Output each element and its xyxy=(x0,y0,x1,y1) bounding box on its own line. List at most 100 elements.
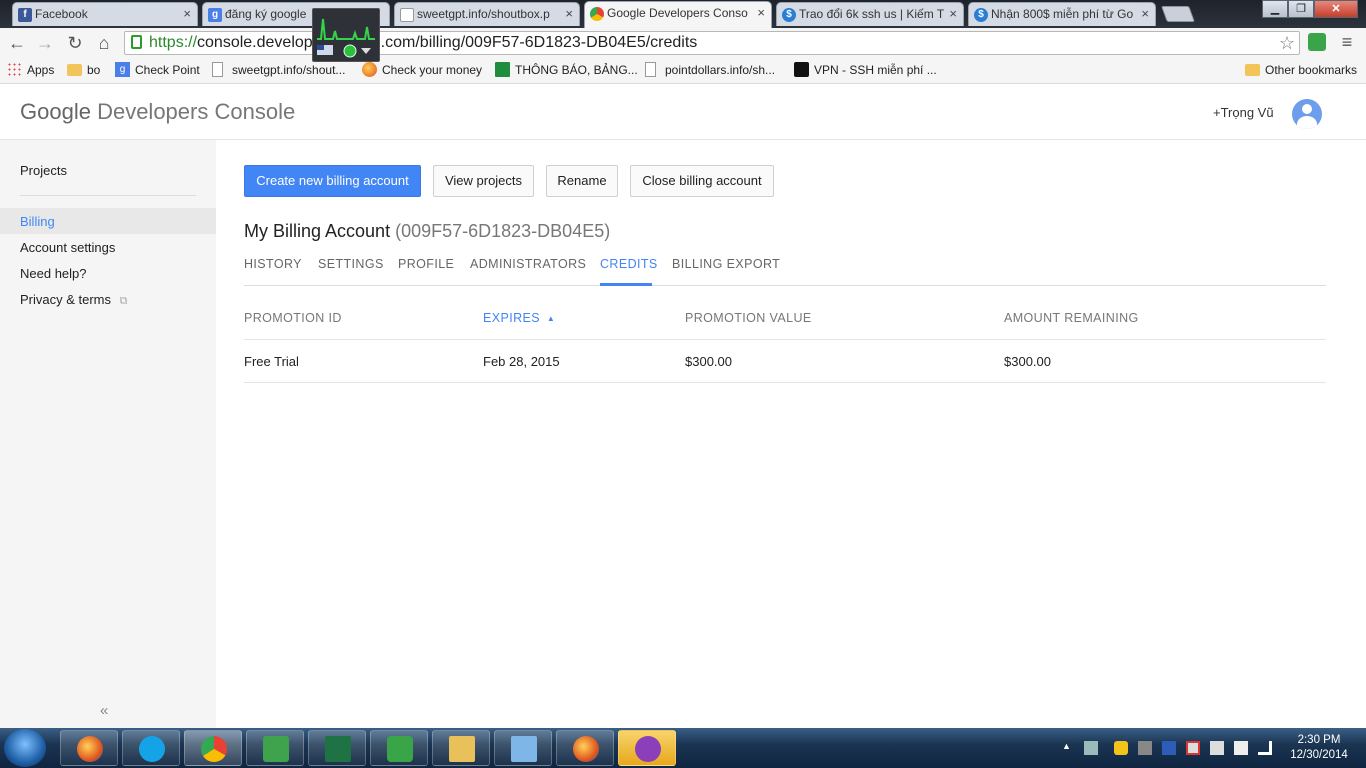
app-header: Google Developers Console +Trọng Vũ xyxy=(0,85,1366,140)
app-logo[interactable]: Google Developers Console xyxy=(20,99,295,125)
browser-toolbar: ← → ↻ ⌂ https://console.develop .com/bill… xyxy=(0,28,1366,58)
clock-time: 2:30 PM xyxy=(1297,734,1341,746)
page-title: My Billing Account (009F57-6D1823-DB04E5… xyxy=(244,221,610,242)
create-billing-account-button[interactable]: Create new billing account xyxy=(244,165,421,197)
folder-icon xyxy=(67,64,82,76)
address-bar[interactable]: https://console.develop .com/billing/009F… xyxy=(124,31,1300,55)
system-clock[interactable]: 2:30 PM 12/30/2014 xyxy=(1288,733,1350,763)
browser-tab-facebook[interactable]: f Facebook × xyxy=(12,2,198,26)
sidebar-item-account-settings[interactable]: Account settings xyxy=(20,240,115,255)
close-tab-icon[interactable]: × xyxy=(183,3,191,25)
home-icon[interactable]: ⌂ xyxy=(93,32,115,54)
close-billing-account-button[interactable]: Close billing account xyxy=(630,165,774,197)
tab-history[interactable]: HISTORY xyxy=(244,257,302,271)
windows-start-button[interactable] xyxy=(4,729,46,767)
taskbar-excel[interactable] xyxy=(308,730,366,766)
sidebar-item-privacy-terms[interactable]: Privacy & terms ⧉ xyxy=(20,292,128,308)
tray-network-icon[interactable] xyxy=(1084,741,1098,755)
browser-tab-dev-console[interactable]: Google Developers Conso × xyxy=(584,1,772,28)
tray-app-icon[interactable] xyxy=(1114,741,1128,755)
skull-icon xyxy=(794,62,809,77)
maximize-icon[interactable]: ❐ xyxy=(1288,0,1314,18)
view-projects-button[interactable]: View projects xyxy=(433,165,534,197)
bookmark-thong-bao[interactable]: THÔNG BÁO, BẢNG... xyxy=(495,62,638,78)
bookmark-vpn[interactable]: VPN - SSH miễn phí ... xyxy=(794,62,937,78)
browser-tab-sweetgpt[interactable]: sweetgpt.info/shoutbox.p × xyxy=(394,2,580,26)
sidebar-divider xyxy=(20,195,196,196)
other-bookmarks[interactable]: Other bookmarks xyxy=(1245,62,1357,78)
taskbar-chrome[interactable] xyxy=(184,730,242,766)
taskbar-robot[interactable] xyxy=(370,730,428,766)
taskbar-check-app[interactable] xyxy=(246,730,304,766)
browser-tab-trao-doi[interactable]: $ Trao đổi 6k ssh us | Kiếm T × xyxy=(776,2,964,26)
bookmark-star-icon[interactable]: ☆ xyxy=(1279,32,1295,54)
network-graph-icon xyxy=(317,18,375,58)
tab-title: sweetgpt.info/shoutbox.p xyxy=(417,7,550,21)
sidebar-item-projects[interactable]: Projects xyxy=(20,163,67,178)
bookmark-label: Check Point xyxy=(135,63,200,77)
dollar-icon: $ xyxy=(782,8,796,22)
sidebar-item-billing[interactable]: Billing xyxy=(20,214,55,229)
lock-icon xyxy=(131,35,142,49)
new-tab-button[interactable] xyxy=(1161,6,1195,22)
firefox-icon xyxy=(77,736,103,762)
external-link-icon: ⧉ xyxy=(119,295,128,307)
wifi-signal-icon[interactable] xyxy=(1258,741,1272,755)
bookmark-label: sweetgpt.info/shout... xyxy=(232,63,346,77)
bookmark-check-money[interactable]: Check your money xyxy=(362,62,482,78)
volume-muted-icon[interactable] xyxy=(1210,741,1224,755)
close-tab-icon[interactable]: × xyxy=(1141,3,1149,25)
folder-icon xyxy=(1245,64,1260,76)
tab-administrators[interactable]: ADMINISTRATORS xyxy=(470,257,586,271)
tray-monitor-icon[interactable] xyxy=(1162,741,1176,755)
minimize-icon[interactable]: ▁ xyxy=(1262,0,1288,18)
collapse-sidebar-button[interactable]: « xyxy=(100,702,108,719)
bookmark-sweetgpt[interactable]: sweetgpt.info/shout... xyxy=(212,62,345,78)
tab-profile[interactable]: PROFILE xyxy=(398,257,454,271)
close-tab-icon[interactable]: × xyxy=(949,3,957,25)
browser-tab-nhan-800[interactable]: $ Nhận 800$ miễn phí từ Go × xyxy=(968,2,1156,26)
show-hidden-icons-icon[interactable]: ▲ xyxy=(1062,741,1076,755)
table-cell-expires: Feb 28, 2015 xyxy=(483,354,560,369)
column-header-expires[interactable]: EXPIRES ▲ xyxy=(483,311,555,325)
robot-extension-icon[interactable] xyxy=(1308,33,1326,51)
browser-tab-strip: f Facebook × g đăng ký google sweetgpt.i… xyxy=(0,0,1366,28)
tab-settings[interactable]: SETTINGS xyxy=(318,257,384,271)
tab-billing-export[interactable]: BILLING EXPORT xyxy=(672,257,780,271)
sidebar-item-need-help[interactable]: Need help? xyxy=(20,266,87,281)
tray-device-icon[interactable] xyxy=(1234,741,1248,755)
bookmark-apps[interactable]: Apps xyxy=(7,62,54,78)
taskbar-skype[interactable] xyxy=(122,730,180,766)
close-tab-icon[interactable]: × xyxy=(757,2,765,24)
bookmark-check-point[interactable]: g Check Point xyxy=(115,62,200,78)
tray-square-icon[interactable] xyxy=(1138,741,1152,755)
bookmark-bo[interactable]: bo xyxy=(67,62,100,78)
avatar[interactable] xyxy=(1292,99,1322,129)
page-icon xyxy=(645,62,656,77)
taskbar-explorer[interactable] xyxy=(432,730,490,766)
bookmark-label: THÔNG BÁO, BẢNG... xyxy=(515,63,638,77)
user-name-link[interactable]: +Trọng Vũ xyxy=(1213,105,1274,120)
close-tab-icon[interactable]: × xyxy=(565,3,573,25)
rename-button[interactable]: Rename xyxy=(546,165,618,197)
explorer-icon xyxy=(449,736,475,762)
forward-icon[interactable]: → xyxy=(34,32,56,54)
menu-icon[interactable]: ≡ xyxy=(1338,33,1356,51)
close-window-icon[interactable]: ✕ xyxy=(1314,0,1358,18)
column-header-amount-remaining[interactable]: AMOUNT REMAINING xyxy=(1004,311,1139,325)
sidebar: Projects Billing Account settings Need h… xyxy=(0,140,216,728)
back-icon[interactable]: ← xyxy=(6,32,28,54)
network-meter-widget[interactable] xyxy=(312,8,380,62)
bookmark-pointdollars[interactable]: pointdollars.info/sh... xyxy=(645,62,775,78)
tab-credits[interactable]: CREDITS xyxy=(600,257,658,271)
taskbar-firefox-2[interactable] xyxy=(556,730,614,766)
clock-date: 12/30/2014 xyxy=(1290,749,1348,761)
column-header-promotion-value[interactable]: PROMOTION VALUE xyxy=(685,311,812,325)
taskbar-yahoo-messenger[interactable] xyxy=(618,730,676,766)
taskbar-notepad[interactable] xyxy=(494,730,552,766)
reload-icon[interactable]: ↻ xyxy=(64,32,86,54)
sheet-icon xyxy=(495,62,510,77)
taskbar-firefox[interactable] xyxy=(60,730,118,766)
column-header-promotion-id[interactable]: PROMOTION ID xyxy=(244,311,342,325)
tray-action-center-icon[interactable] xyxy=(1186,741,1200,755)
